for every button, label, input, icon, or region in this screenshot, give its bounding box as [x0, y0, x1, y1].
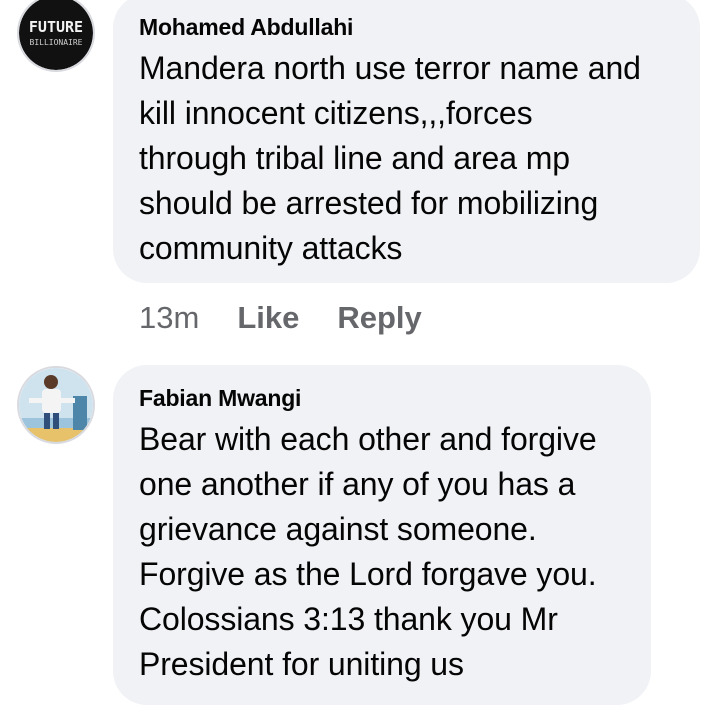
comment-text: Bear with each other and forgive one ano… — [139, 421, 597, 682]
comment-item: FUTURE BILLIONAIRE Mohamed Abdullahi Man… — [0, 0, 720, 345]
comment-text: Mandera north use terror name and kill i… — [139, 50, 641, 266]
avatar[interactable]: FUTURE BILLIONAIRE — [17, 0, 95, 72]
avatar-logo-line1: FUTURE — [29, 18, 83, 36]
comment-actions: 13m Like Reply — [139, 300, 460, 336]
comment-item: Fabian Mwangi Bear with each other and f… — [0, 360, 720, 705]
like-button[interactable]: Like — [237, 300, 299, 336]
profile-photo-icon — [19, 368, 93, 442]
comment-timestamp[interactable]: 13m — [139, 300, 199, 336]
comment-author[interactable]: Fabian Mwangi — [139, 383, 625, 413]
reply-button[interactable]: Reply — [337, 300, 421, 336]
avatar[interactable] — [17, 366, 95, 444]
avatar-logo-line2: BILLIONAIRE — [30, 38, 83, 47]
future-billionaire-logo-icon: FUTURE BILLIONAIRE — [19, 0, 93, 70]
comment-bubble[interactable]: Fabian Mwangi Bear with each other and f… — [113, 365, 651, 705]
comment-author[interactable]: Mohamed Abdullahi — [139, 12, 674, 42]
comment-bubble[interactable]: Mohamed Abdullahi Mandera north use terr… — [113, 0, 700, 283]
